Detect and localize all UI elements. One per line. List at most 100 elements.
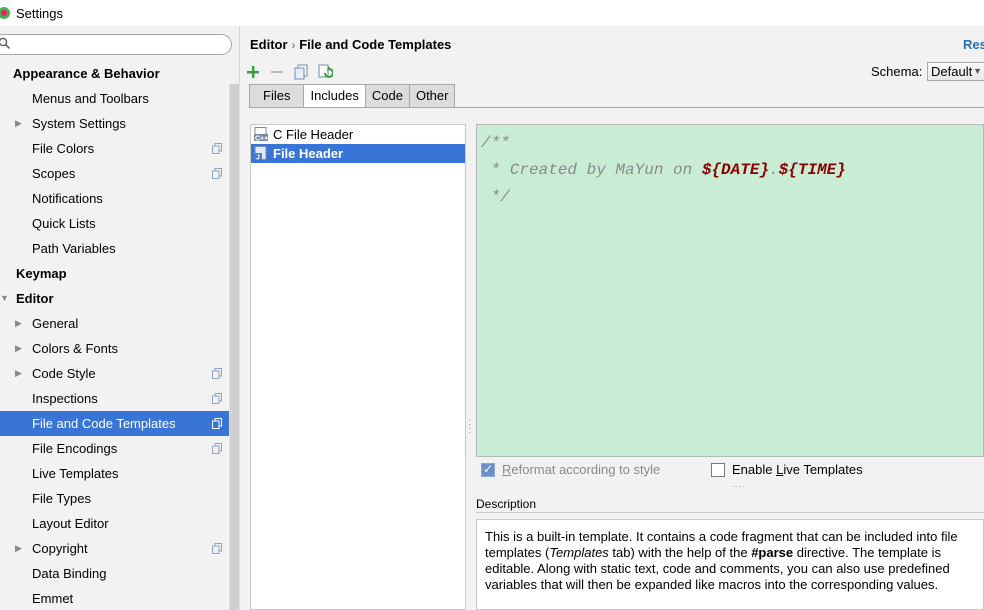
editor-text: * Created by MaYun on (481, 161, 702, 179)
sidebar-item-label: File Encodings (32, 441, 118, 456)
sidebar-item-label: Path Variables (32, 241, 116, 256)
schema-value: Default (931, 64, 973, 79)
c-file-icon: C++ (254, 127, 268, 142)
main-panel: Editor › File and Code Templates Res Schem… (241, 26, 984, 610)
label-part: ive Templates (783, 462, 863, 477)
sidebar-item-live-templates[interactable]: Live Templates (0, 461, 240, 486)
chevron-down-icon[interactable]: ▼ (0, 286, 9, 311)
sidebar-item-data-binding[interactable]: Data Binding (0, 561, 240, 586)
sidebar-item-editor[interactable]: ▼ Editor (0, 286, 240, 311)
schema-label: Schema: (871, 64, 923, 79)
svg-text:J: J (256, 155, 260, 162)
template-item-c-file-header[interactable]: C++ C File Header (251, 125, 465, 144)
sidebar-item-label: Keymap (16, 266, 67, 281)
tabs-divider (249, 107, 984, 108)
reset-link[interactable]: Res (963, 37, 984, 52)
tab-files[interactable]: Files (249, 84, 305, 108)
template-label: File Header (273, 146, 344, 161)
sidebar-item-layout-editor[interactable]: Layout Editor (0, 511, 240, 536)
sidebar-item-notifications[interactable]: Notifications (0, 186, 240, 211)
sidebar-item-emmet[interactable]: Emmet (0, 586, 240, 610)
sidebar-item-scopes[interactable]: Scopes (0, 161, 240, 186)
template-item-file-header[interactable]: J File Header (251, 144, 465, 163)
sidebar-item-file-encodings[interactable]: File Encodings (0, 436, 240, 461)
sidebar-item-label: Colors & Fonts (32, 341, 118, 356)
date-variable: ${DATE} (701, 161, 770, 179)
sidebar-item-label: Inspections (32, 391, 98, 406)
sidebar-item-keymap[interactable]: Keymap (0, 261, 240, 286)
copy-template-button[interactable] (293, 64, 309, 80)
sidebar-item-label: Layout Editor (32, 516, 109, 531)
label-part: Enable (732, 462, 777, 477)
tab-other[interactable]: Other (409, 84, 456, 108)
editor-line: * Created by MaYun on ${DATE}.${TIME} (481, 155, 983, 185)
sidebar-item-menus-and-toolbars[interactable]: Menus and Toolbars (0, 86, 240, 111)
chevron-down-icon: ▼ (973, 66, 982, 76)
search-field[interactable] (0, 34, 232, 55)
sidebar-item-inspections[interactable]: Inspections (0, 386, 240, 411)
sidebar-item-label: Data Binding (32, 566, 107, 581)
templates-toolbar (245, 62, 333, 82)
template-tabs: Files Includes Code Other (249, 84, 456, 108)
template-options: Reformat according to style Enable Live … (481, 462, 981, 482)
breadcrumb-separator: › (291, 40, 296, 52)
sidebar-item-appearance-behavior[interactable]: Appearance & Behavior (0, 61, 240, 86)
label-mnemonic: R (502, 462, 512, 477)
template-label: C File Header (273, 127, 354, 142)
scrollbar-thumb[interactable] (230, 84, 239, 610)
chevron-right-icon[interactable]: ▶ (15, 536, 25, 561)
sidebar-item-file-and-code-templates[interactable]: File and Code Templates (0, 411, 240, 436)
sidebar-item-path-variables[interactable]: Path Variables (0, 236, 240, 261)
label-part: eformat according to style (511, 462, 661, 477)
editor-line: */ (481, 188, 510, 206)
project-scope-icon (212, 143, 222, 154)
sidebar-item-colors-fonts[interactable]: ▶ Colors & Fonts (0, 336, 240, 361)
project-scope-icon (212, 368, 222, 379)
sidebar-item-label: Live Templates (32, 466, 119, 481)
breadcrumb-current: File and Code Templates (299, 37, 452, 52)
sidebar-item-file-colors[interactable]: File Colors (0, 136, 240, 161)
reset-template-button[interactable] (317, 64, 333, 80)
sidebar-item-quick-lists[interactable]: Quick Lists (0, 211, 240, 236)
sidebar-item-label: Emmet (32, 591, 74, 606)
chevron-right-icon[interactable]: ▶ (15, 111, 25, 136)
search-icon (0, 37, 11, 50)
sidebar-item-label: File Types (32, 491, 92, 506)
reformat-checkbox[interactable] (481, 462, 495, 477)
sidebar-item-file-types[interactable]: File Types (0, 486, 240, 511)
description-label: Description (476, 497, 537, 511)
revert-icon (318, 64, 333, 78)
title-bar: Settings (0, 0, 984, 26)
sidebar-item-copyright[interactable]: ▶ Copyright (0, 536, 240, 561)
chevron-right-icon[interactable]: ▶ (15, 361, 25, 386)
sidebar-item-label: Editor (16, 291, 54, 306)
sidebar-item-label: Code Style (32, 366, 96, 381)
sidebar-scrollbar[interactable] (229, 84, 240, 610)
vertical-splitter[interactable]: · · · · (468, 416, 471, 437)
svg-text:C++: C++ (255, 136, 268, 143)
app-icon (0, 7, 10, 19)
sidebar-item-label: Quick Lists (32, 216, 96, 231)
window-title: Settings (16, 5, 63, 21)
minus-icon (271, 71, 283, 73)
project-scope-icon (212, 393, 222, 404)
add-template-button[interactable] (245, 64, 261, 80)
sidebar-item-label: Copyright (32, 541, 88, 556)
search-input[interactable] (13, 36, 223, 53)
sidebar-item-general[interactable]: ▶ General (0, 311, 240, 336)
project-scope-icon (212, 418, 222, 429)
chevron-right-icon[interactable]: ▶ (15, 336, 25, 361)
remove-template-button[interactable] (269, 64, 285, 80)
copy-icon (294, 64, 308, 80)
description-text: This is a built-in template. It contains… (476, 519, 984, 610)
horizontal-splitter[interactable]: ···· (731, 482, 746, 491)
template-editor[interactable]: /** * Created by MaYun on ${DATE}.${TIME… (476, 124, 984, 457)
project-scope-icon (212, 543, 222, 554)
live-templates-checkbox[interactable] (711, 463, 725, 477)
tab-includes[interactable]: Includes (304, 84, 366, 108)
schema-select[interactable]: Default ▼ (927, 62, 984, 81)
chevron-right-icon[interactable]: ▶ (15, 311, 25, 336)
tab-code[interactable]: Code (365, 84, 410, 108)
sidebar-item-system-settings[interactable]: ▶ System Settings (0, 111, 240, 136)
sidebar-item-code-style[interactable]: ▶ Code Style (0, 361, 240, 386)
